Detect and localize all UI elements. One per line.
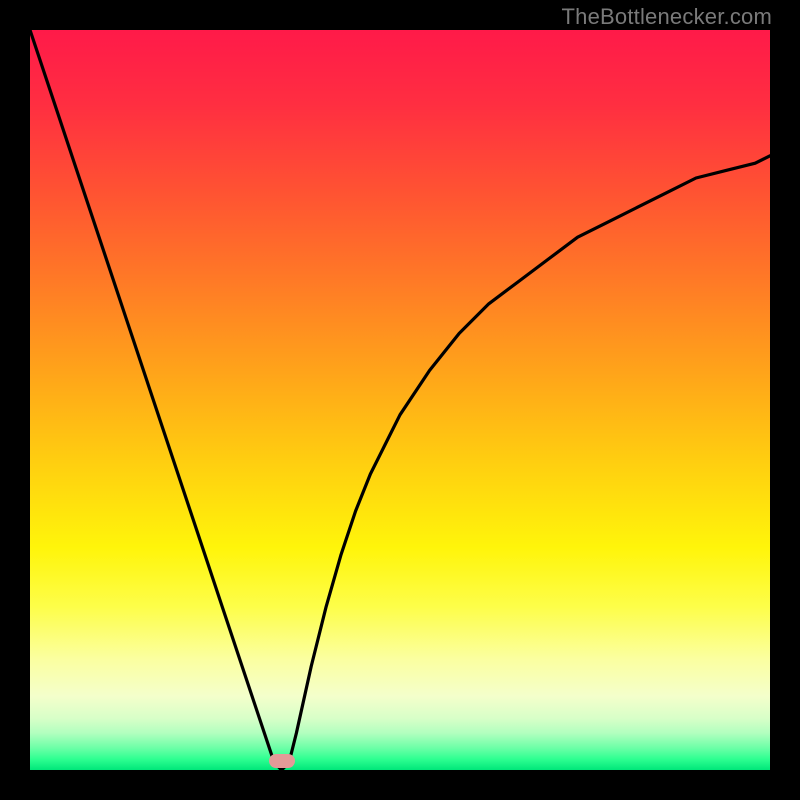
chart-frame: TheBottlenecker.com: [0, 0, 800, 800]
plot-area: [30, 30, 770, 770]
bottleneck-curve: [30, 30, 770, 770]
optimum-marker: [269, 754, 295, 768]
watermark-text: TheBottlenecker.com: [562, 4, 772, 30]
